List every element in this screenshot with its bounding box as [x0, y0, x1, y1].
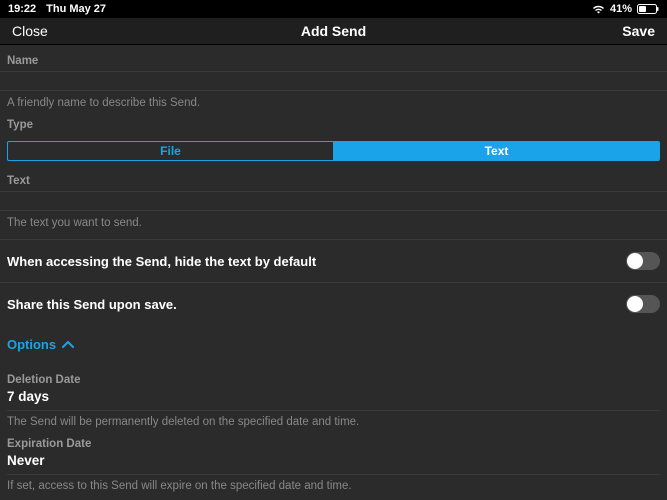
header: Close Add Send Save [0, 18, 667, 45]
wifi-icon [592, 5, 605, 14]
statusbar-date: Thu May 27 [46, 3, 106, 15]
name-label: Name [0, 45, 667, 71]
toggle-share[interactable] [626, 295, 660, 313]
toggle-hide-text-label: When accessing the Send, hide the text b… [7, 254, 626, 269]
page-title: Add Send [0, 23, 667, 39]
expiration-help: If set, access to this Send will expire … [7, 475, 660, 492]
status-bar: 19:22 Thu May 27 41% [0, 0, 667, 18]
toggle-share-row: Share this Send upon save. [0, 282, 667, 325]
expiration-value: Never [7, 450, 660, 475]
close-button[interactable]: Close [12, 23, 48, 39]
text-input[interactable] [0, 191, 667, 211]
deletion-value: 7 days [7, 386, 660, 411]
max-access-block[interactable]: Maximum Access Count [0, 492, 667, 500]
type-option-file[interactable]: File [8, 142, 333, 160]
toggle-share-label: Share this Send upon save. [7, 297, 626, 312]
options-toggle[interactable]: Options [0, 325, 667, 364]
deletion-label: Deletion Date [7, 364, 660, 386]
chevron-up-icon [62, 337, 74, 352]
name-help: A friendly name to describe this Send. [0, 91, 667, 109]
expiration-label: Expiration Date [7, 428, 660, 450]
expiration-block[interactable]: Expiration Date Never If set, access to … [0, 428, 667, 492]
name-input[interactable] [0, 71, 667, 91]
options-label: Options [7, 337, 56, 352]
toggle-hide-text[interactable] [626, 252, 660, 270]
toggle-hide-text-row: When accessing the Send, hide the text b… [0, 239, 667, 282]
max-access-label: Maximum Access Count [7, 492, 660, 500]
battery-icon [637, 4, 659, 14]
type-label: Type [0, 109, 667, 135]
save-button[interactable]: Save [622, 23, 655, 39]
type-option-text[interactable]: Text [333, 142, 659, 160]
statusbar-battery-pct: 41% [610, 3, 632, 15]
type-segmented: File Text [7, 141, 660, 161]
deletion-help: The Send will be permanently deleted on … [7, 411, 660, 428]
statusbar-time: 19:22 [8, 3, 36, 15]
content: Name A friendly name to describe this Se… [0, 45, 667, 500]
text-help: The text you want to send. [0, 211, 667, 229]
text-label: Text [0, 161, 667, 191]
deletion-block[interactable]: Deletion Date 7 days The Send will be pe… [0, 364, 667, 428]
